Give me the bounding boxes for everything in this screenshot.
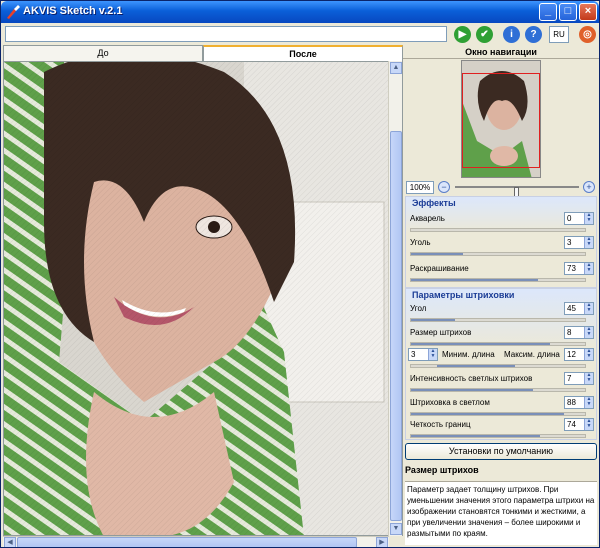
hatching-param: Штриховка в светлом 88 ▲ ▼ (406, 395, 596, 419)
stroke-size-spinner[interactable]: 8 ▲ ▼ (564, 326, 594, 339)
image-canvas[interactable] (3, 61, 403, 536)
charcoal-param: Уголь 3 ▲ ▼ (406, 235, 596, 259)
settings-panel: Окно навигации 100% − + Эффекты Акварель (403, 45, 599, 547)
close-button[interactable]: × (579, 3, 597, 21)
spinner-arrows-icon[interactable]: ▲ ▼ (584, 263, 593, 274)
angle-label: Угол (410, 304, 427, 313)
toolbar: ▶ ✔ i ? RU ◎ (1, 23, 599, 45)
spinner-arrows-icon[interactable]: ▲ ▼ (584, 373, 593, 384)
file-path-field[interactable] (5, 26, 447, 42)
stroke-params-group: Параметры штриховки Угол 45 ▲ ▼ Размер штр… (405, 288, 597, 440)
stroke-size-label: Размер штрихов (410, 328, 472, 337)
max-length-spinner[interactable]: 12 ▲ ▼ (564, 348, 594, 361)
minimize-button[interactable]: _ (539, 3, 557, 21)
scroll-up-icon[interactable]: ▲ (390, 62, 402, 74)
hatching-spinner[interactable]: 88 ▲ ▼ (564, 396, 594, 409)
hatching-slider[interactable] (410, 412, 586, 416)
navigator-title: Окно навигации (403, 45, 599, 59)
zoom-field[interactable]: 100% (406, 181, 434, 194)
effects-group: Эффекты Акварель 0 ▲ ▼ Уголь 3 ▲ ▼ Раскрашив… (405, 196, 597, 288)
watercolor-slider[interactable] (410, 228, 586, 232)
help-title: Размер штрихов (405, 465, 479, 475)
watercolor-param: Акварель 0 ▲ ▼ (406, 211, 596, 235)
min-length-label: Миним. длина (442, 350, 495, 359)
scroll-right-icon[interactable]: ▶ (376, 537, 388, 547)
zoom-out-icon[interactable]: − (438, 181, 450, 193)
navigator-viewport-frame[interactable] (462, 73, 540, 168)
scroll-left-icon[interactable]: ◀ (4, 537, 16, 547)
navigator-preview[interactable] (461, 60, 541, 178)
spinner-arrows-icon[interactable]: ▲ ▼ (584, 419, 593, 430)
coloring-slider[interactable] (410, 278, 586, 282)
run-icon[interactable]: ▶ (454, 26, 471, 43)
language-selector[interactable]: RU (549, 26, 569, 43)
edge-sharpness-slider[interactable] (410, 434, 586, 438)
zoom-in-icon[interactable]: + (583, 181, 595, 193)
scroll-down-icon[interactable]: ▼ (390, 523, 402, 535)
max-length-label: Максим. длина (504, 350, 560, 359)
min-length-spinner[interactable]: 3 ▲ ▼ (408, 348, 438, 361)
info-icon[interactable]: i (503, 26, 520, 43)
stroke-size-slider[interactable] (410, 342, 586, 346)
angle-param: Угол 45 ▲ ▼ (406, 301, 596, 325)
maximize-button[interactable]: □ (559, 3, 577, 21)
zoom-slider[interactable] (455, 186, 579, 197)
stroke-length-range-slider[interactable] (410, 364, 586, 368)
akvis-brush-icon (7, 5, 20, 19)
spinner-arrows-icon[interactable]: ▲ ▼ (584, 303, 593, 314)
spinner-arrows-icon[interactable]: ▲ ▼ (584, 237, 593, 248)
app-window: AKVIS Sketch v.2.1 _ □ × ▶ ✔ i ? RU ◎ До… (0, 0, 600, 548)
plugin-icon[interactable]: ◎ (579, 26, 596, 43)
edge-sharpness-label: Четкость границ (410, 420, 471, 429)
spinner-arrows-icon[interactable]: ▲ ▼ (584, 397, 593, 408)
window-title: AKVIS Sketch v.2.1 (23, 5, 123, 17)
help-text: Параметр задает толщину штрихов. При уме… (405, 481, 597, 545)
light-strokes-param: Интенсивность светлых штрихов 7 ▲ ▼ (406, 371, 596, 395)
coloring-label: Раскрашивание (410, 264, 469, 273)
spinner-arrows-icon[interactable]: ▲ ▼ (428, 349, 437, 360)
light-strokes-label: Интенсивность светлых штрихов (410, 374, 533, 383)
stroke-length-param: 3 ▲ ▼ Миним. длина Максим. длина 12 ▲ ▼ (406, 347, 596, 371)
charcoal-slider[interactable] (410, 252, 586, 256)
view-tabs: До После (1, 45, 403, 62)
light-strokes-spinner[interactable]: 7 ▲ ▼ (564, 372, 594, 385)
effects-title: Эффекты (412, 198, 456, 208)
title-bar[interactable]: AKVIS Sketch v.2.1 _ □ × (1, 1, 599, 23)
angle-slider[interactable] (410, 318, 586, 322)
spinner-arrows-icon[interactable]: ▲ ▼ (584, 213, 593, 224)
coloring-param: Раскрашивание 73 ▲ ▼ (406, 261, 596, 285)
light-strokes-slider[interactable] (410, 388, 586, 392)
horizontal-scroll-thumb[interactable] (17, 537, 357, 547)
vertical-scrollbar[interactable]: ▲ ▼ (388, 61, 402, 536)
stroke-size-param: Размер штрихов 8 ▲ ▼ (406, 325, 596, 349)
sketch-photo (4, 62, 402, 535)
watercolor-label: Акварель (410, 214, 445, 223)
tab-after[interactable]: После (203, 45, 403, 62)
edge-sharpness-param: Четкость границ 74 ▲ ▼ (406, 417, 596, 441)
spinner-arrows-icon[interactable]: ▲ ▼ (584, 349, 593, 360)
apply-icon[interactable]: ✔ (476, 26, 493, 43)
spinner-arrows-icon[interactable]: ▲ ▼ (584, 327, 593, 338)
zoom-row: 100% − + (403, 180, 599, 197)
tab-before[interactable]: До (3, 45, 203, 61)
reset-defaults-button[interactable]: Установки по умолчанию (405, 443, 597, 460)
coloring-spinner[interactable]: 73 ▲ ▼ (564, 262, 594, 275)
edge-sharpness-spinner[interactable]: 74 ▲ ▼ (564, 418, 594, 431)
stroke-params-title: Параметры штриховки (412, 290, 515, 300)
help-icon[interactable]: ? (525, 26, 542, 43)
vertical-scroll-thumb[interactable] (390, 131, 402, 521)
hatching-label: Штриховка в светлом (410, 398, 490, 407)
charcoal-spinner[interactable]: 3 ▲ ▼ (564, 236, 594, 249)
angle-spinner[interactable]: 45 ▲ ▼ (564, 302, 594, 315)
watercolor-spinner[interactable]: 0 ▲ ▼ (564, 212, 594, 225)
charcoal-label: Уголь (410, 238, 431, 247)
horizontal-scrollbar[interactable]: ◀ ▶ (3, 536, 389, 547)
